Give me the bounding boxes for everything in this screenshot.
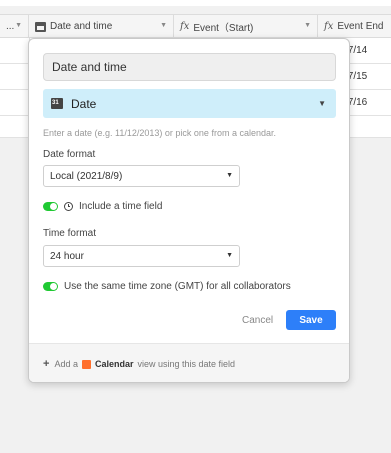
cancel-button[interactable]: Cancel bbox=[242, 315, 273, 326]
gmt-label: Use the same time zone (GMT) for all col… bbox=[64, 281, 291, 292]
gmt-row: Use the same time zone (GMT) for all col… bbox=[43, 281, 291, 292]
footer-rest: view using this date field bbox=[137, 359, 236, 369]
calendar-view-icon bbox=[81, 359, 91, 369]
column-header-label: Date and time bbox=[50, 21, 113, 32]
chevron-down-icon: ▼ bbox=[226, 252, 233, 259]
chevron-down-icon[interactable]: ▼ bbox=[160, 22, 167, 29]
plus-icon: + bbox=[43, 358, 50, 370]
toolbar-strip bbox=[0, 0, 391, 6]
save-button[interactable]: Save bbox=[286, 310, 336, 330]
calendar-icon bbox=[51, 98, 63, 109]
include-time-row: Include a time field bbox=[43, 201, 162, 212]
time-format-value: 24 hour bbox=[50, 250, 84, 262]
formula-icon: fx bbox=[324, 21, 334, 32]
field-type-label: Date bbox=[71, 96, 97, 111]
chevron-down-icon[interactable]: ▼ bbox=[304, 22, 311, 29]
column-header-previous[interactable]: ... ▼ bbox=[0, 15, 29, 38]
column-header-label: Event End bbox=[337, 21, 384, 32]
footer-add-a: Add a bbox=[54, 359, 78, 369]
date-format-value: Local (2021/8/9) bbox=[50, 170, 123, 182]
time-format-select[interactable]: 24 hour ▼ bbox=[43, 245, 240, 267]
field-type-select[interactable]: Date ▼ bbox=[43, 89, 336, 118]
field-name-input[interactable] bbox=[43, 53, 336, 81]
include-time-toggle[interactable] bbox=[43, 202, 58, 211]
field-hint: Enter a date (e.g. 11/12/2013) or pick o… bbox=[43, 128, 276, 138]
include-time-label: Include a time field bbox=[79, 201, 163, 212]
column-header-event-end[interactable]: fx Event End bbox=[318, 15, 391, 38]
column-header-event-start[interactable]: fx Event（Start) ▼ bbox=[174, 15, 318, 38]
time-format-label: Time format bbox=[43, 228, 96, 239]
chevron-down-icon: ▼ bbox=[226, 172, 233, 179]
date-format-select[interactable]: Local (2021/8/9) ▼ bbox=[43, 165, 240, 187]
formula-icon: fx bbox=[180, 21, 190, 32]
chevron-down-icon[interactable]: ▼ bbox=[15, 22, 22, 29]
grid-header: ... ▼ Date and time ▼ fx Event（Start) ▼ … bbox=[0, 14, 391, 38]
chevron-down-icon: ▼ bbox=[318, 99, 326, 108]
column-header-label: ... bbox=[6, 21, 15, 32]
gmt-toggle[interactable] bbox=[43, 282, 58, 291]
clock-icon bbox=[64, 202, 73, 211]
calendar-icon bbox=[35, 21, 46, 32]
date-format-label: Date format bbox=[43, 149, 96, 160]
column-header-label: Event（Start) bbox=[193, 23, 254, 34]
field-config-popover: Date ▼ Enter a date (e.g. 11/12/2013) or… bbox=[28, 38, 350, 383]
footer-calendar: Calendar bbox=[94, 359, 134, 369]
add-calendar-view-link[interactable]: + Add a Calendar view using this date fi… bbox=[29, 343, 349, 382]
column-header-date-and-time[interactable]: Date and time ▼ bbox=[29, 15, 174, 38]
